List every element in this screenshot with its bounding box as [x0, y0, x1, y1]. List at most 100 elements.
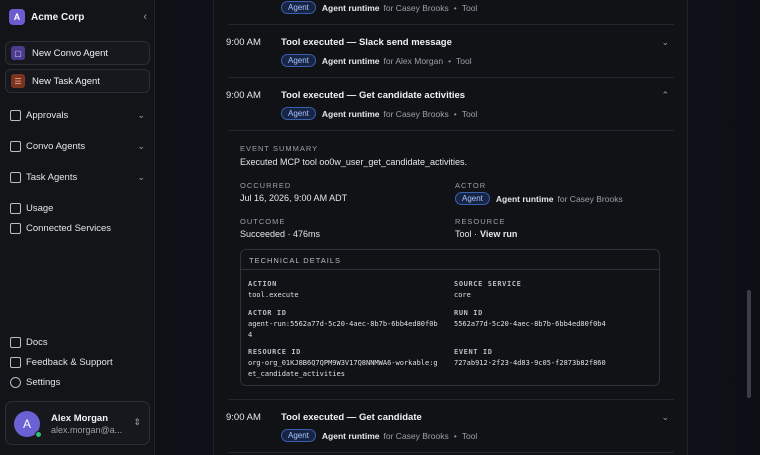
- event-for: for Casey Brooks: [383, 430, 449, 441]
- event-title: Tool executed — Get candidate activities: [281, 90, 466, 101]
- divider: [228, 452, 674, 453]
- chevron-down-icon[interactable]: ⌄: [661, 412, 669, 423]
- occurred-value: Jul 16, 2026, 9:00 AM ADT: [240, 193, 348, 203]
- org-avatar: A: [9, 9, 25, 25]
- agent-badge: Agent: [281, 107, 316, 120]
- user-email: alex.morgan@a...: [51, 425, 123, 435]
- summary-text: Executed MCP tool oo0w_user_get_candidat…: [240, 157, 467, 167]
- outcome-value: Succeeded · 476ms: [240, 229, 321, 239]
- separator-dot: •: [453, 108, 457, 119]
- usage-icon: [10, 202, 21, 214]
- run-id-label: RUN ID: [454, 309, 483, 317]
- event-type: Tool: [461, 430, 478, 441]
- event-actor: Agent runtime: [321, 108, 380, 119]
- resource-value: Tool ·: [455, 229, 478, 239]
- chat-icon: ▢: [11, 46, 25, 60]
- event-actor: Agent runtime: [321, 55, 380, 66]
- scrollbar[interactable]: [747, 290, 751, 398]
- technical-details-box: TECHNICAL DETAILS ACTION tool.execute SO…: [240, 249, 660, 386]
- resource-label: RESOURCE: [455, 217, 506, 226]
- chat-icon: [10, 140, 21, 152]
- event-actor: Agent runtime: [321, 2, 380, 13]
- agent-badge: Agent: [281, 54, 316, 67]
- action-value: tool.execute: [248, 291, 299, 299]
- event-id-label: EVENT ID: [454, 348, 493, 356]
- activity-log-panel: Agent Agent runtime for Casey Brooks • T…: [213, 0, 688, 455]
- collapse-sidebar-icon[interactable]: ‹: [143, 11, 147, 23]
- sidebar-item-feedback[interactable]: Feedback & Support: [10, 354, 145, 370]
- summary-label: EVENT SUMMARY: [240, 144, 319, 153]
- user-menu[interactable]: A Alex Morgan alex.morgan@a... ⇕: [5, 401, 150, 445]
- event-type: Tool: [461, 108, 478, 119]
- event-for: for Casey Brooks: [383, 2, 449, 13]
- action-label: ACTION: [248, 280, 277, 288]
- actor-name: Agent runtime: [495, 193, 554, 204]
- event-for: for Casey Brooks: [383, 108, 449, 119]
- gear-icon: [10, 376, 21, 388]
- event-type: Tool: [456, 55, 472, 66]
- actor-id-label: ACTOR ID: [248, 309, 287, 317]
- sidebar-item-connected-services[interactable]: Connected Services: [10, 220, 145, 236]
- chevron-up-icon[interactable]: ⌃: [661, 90, 669, 101]
- actor-for: for Casey Brooks: [557, 193, 623, 204]
- technical-details-label: TECHNICAL DETAILS: [249, 256, 342, 265]
- sidebar-item-docs[interactable]: Docs: [10, 334, 145, 350]
- new-convo-agent-label: New Convo Agent: [32, 47, 109, 59]
- event-type: Tool: [461, 2, 478, 13]
- org-switcher[interactable]: A Acme Corp ‹: [9, 8, 147, 26]
- resource-id-value-line2: et_candidate_activities: [248, 370, 345, 378]
- sidebar-item-settings[interactable]: Settings: [10, 374, 145, 390]
- separator-dot: •: [453, 2, 457, 13]
- separator-dot: •: [453, 430, 457, 441]
- org-name: Acme Corp: [31, 11, 85, 23]
- event-meta: Agent Agent runtime for Alex Morgan • To…: [281, 54, 472, 67]
- new-convo-agent-button[interactable]: ▢ New Convo Agent: [5, 41, 150, 65]
- agent-badge: Agent: [455, 192, 490, 205]
- task-icon: ☰: [11, 74, 25, 88]
- external-link-icon: [10, 222, 21, 234]
- sidebar-item-label: Task Agents: [26, 171, 78, 183]
- new-task-agent-button[interactable]: ☰ New Task Agent: [5, 69, 150, 93]
- resource-id-value-line1: org-org_01KJ8B6Q7QPM9W3V17Q8NNMWA6-worka…: [248, 359, 438, 367]
- agent-badge: Agent: [281, 429, 316, 442]
- event-id-value: 727ab912-2f23-4d83-9c05-f2873b82f860: [454, 359, 606, 367]
- sidebar-item-label: Convo Agents: [26, 140, 86, 152]
- online-status-icon: [35, 431, 42, 438]
- sidebar-item-label: Feedback & Support: [26, 356, 113, 368]
- chevron-down-icon: ⌄: [137, 171, 145, 182]
- help-icon: [10, 356, 21, 368]
- sidebar-item-label: Usage: [26, 202, 54, 214]
- separator-dot: •: [448, 55, 452, 66]
- divider: [228, 130, 674, 131]
- main-content: Agent Agent runtime for Casey Brooks • T…: [155, 0, 760, 455]
- run-id-value: 5562a77d-5c20-4aec-8b7b-6bb4ed80f0b4: [454, 320, 606, 328]
- sidebar-item-task-agents[interactable]: Task Agents ⌄: [10, 169, 145, 185]
- sidebar-item-convo-agents[interactable]: Convo Agents ⌄: [10, 138, 145, 154]
- outcome-label: OUTCOME: [240, 217, 286, 226]
- sidebar-item-approvals[interactable]: Approvals ⌄: [10, 107, 145, 123]
- divider: [228, 24, 674, 25]
- sidebar-item-usage[interactable]: Usage: [10, 200, 145, 216]
- event-time: 9:00 AM: [226, 90, 261, 101]
- actor-id-value-line2: 4: [248, 331, 253, 339]
- view-run-link[interactable]: View run: [480, 229, 517, 239]
- event-time: 9:00 AM: [226, 412, 261, 423]
- new-task-agent-label: New Task Agent: [32, 75, 100, 87]
- event-title: Tool executed — Slack send message: [281, 37, 452, 48]
- sidebar-item-label: Connected Services: [26, 222, 112, 234]
- sidebar: A Acme Corp ‹ ▢ New Convo Agent ☰ New Ta…: [0, 0, 155, 455]
- divider: [228, 399, 674, 400]
- event-title: Tool executed — Get candidate: [281, 412, 422, 423]
- resource-id-label: RESOURCE ID: [248, 348, 301, 356]
- divider: [228, 77, 674, 78]
- book-icon: [10, 336, 21, 348]
- sidebar-item-label: Docs: [26, 336, 48, 348]
- actor-id-value-line1: agent-run:5562a77d-5c20-4aec-8b7b-6bb4ed…: [248, 320, 438, 328]
- event-meta: Agent Agent runtime for Casey Brooks • T…: [281, 107, 477, 120]
- task-icon: [10, 171, 21, 183]
- chevron-down-icon[interactable]: ⌄: [661, 37, 669, 48]
- actor-value: Agent Agent runtime for Casey Brooks: [455, 192, 623, 205]
- sidebar-item-label: Settings: [26, 376, 61, 388]
- event-actor: Agent runtime: [321, 430, 380, 441]
- chevron-up-down-icon: ⇕: [133, 417, 141, 427]
